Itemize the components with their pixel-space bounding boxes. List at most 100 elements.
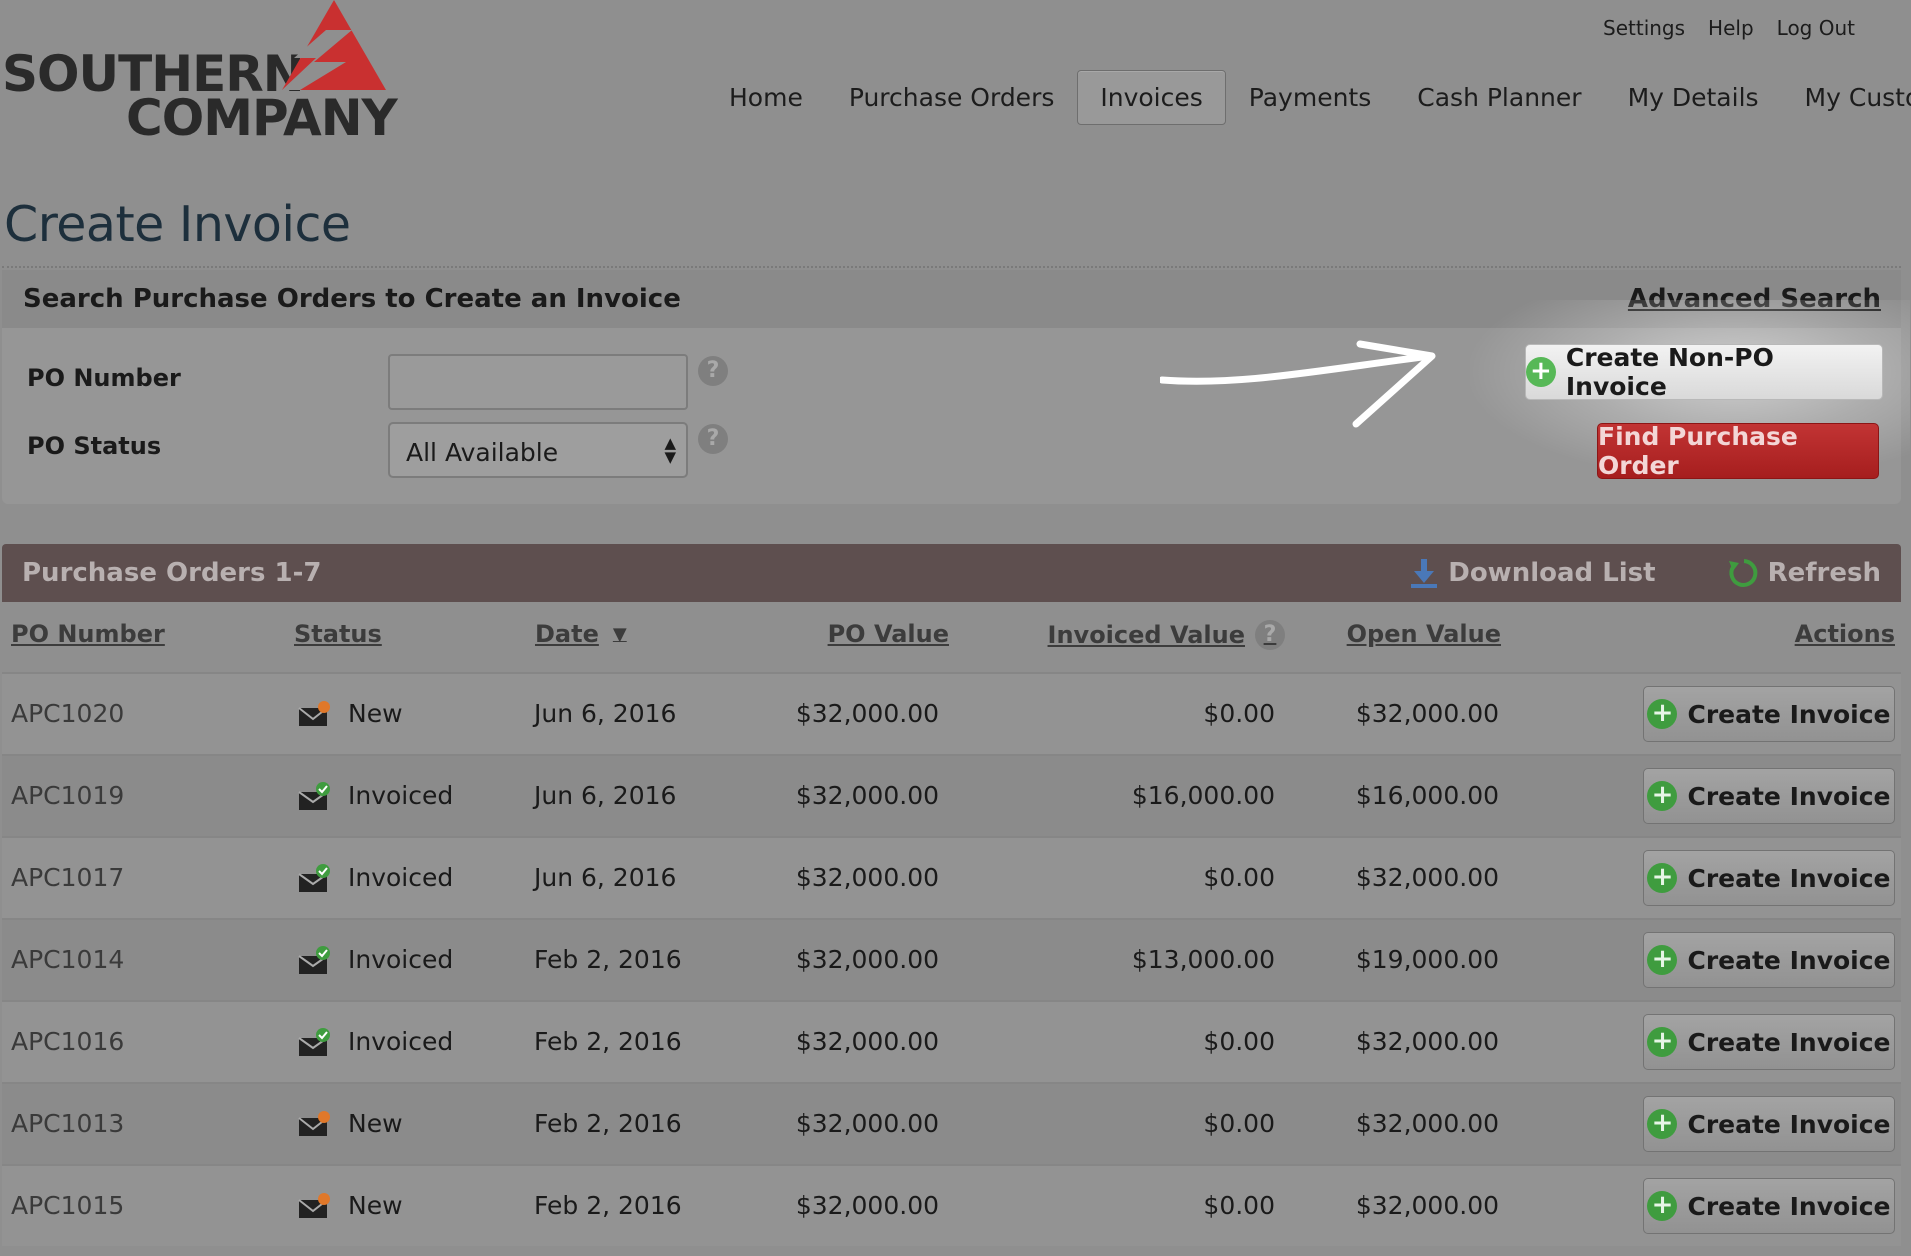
refresh-button[interactable]: Refresh (1728, 557, 1881, 589)
southern-company-logo[interactable]: SOUTHERN COMPANY (2, 0, 398, 143)
settings-link[interactable]: Settings (1603, 16, 1685, 40)
date-cell: Jun 6, 2016 (534, 781, 677, 810)
create-invoice-button[interactable]: + Create Invoice (1643, 1178, 1895, 1234)
date-cell: Jun 6, 2016 (534, 863, 677, 892)
plus-icon: + (1647, 1027, 1678, 1057)
date-cell: Feb 2, 2016 (534, 1027, 682, 1056)
col-status[interactable]: Status (294, 620, 382, 648)
refresh-label: Refresh (1767, 558, 1881, 588)
open-value-cell: $19,000.00 (1355, 945, 1499, 974)
nav-payments[interactable]: Payments (1226, 70, 1394, 125)
po-value-cell: $32,000.00 (795, 863, 939, 892)
status-text: Invoiced (348, 863, 454, 892)
po-status-help-icon[interactable]: ? (698, 424, 728, 454)
open-value-cell: $32,000.00 (1355, 1191, 1499, 1220)
download-list-label: Download List (1448, 558, 1656, 588)
nav-invoices[interactable]: Invoices (1077, 70, 1226, 125)
find-purchase-order-button[interactable]: Find Purchase Order (1597, 422, 1879, 480)
po-number-link[interactable]: APC1020 (11, 674, 124, 754)
col-invoiced-value[interactable]: Invoiced Value ? (1048, 620, 1285, 650)
create-invoice-label: Create Invoice (1687, 1027, 1891, 1057)
purchase-orders-bar: Purchase Orders 1-7 Download List Refres… (2, 544, 1901, 602)
create-non-po-invoice-label: Create Non-PO Invoice (1565, 343, 1774, 401)
main-nav: Home Purchase Orders Invoices Payments C… (706, 70, 1911, 125)
po-value-cell: $32,000.00 (795, 1109, 939, 1138)
create-invoice-button[interactable]: + Create Invoice (1643, 1014, 1895, 1070)
help-link[interactable]: Help (1708, 16, 1754, 40)
annotation-arrow-icon (1160, 340, 1436, 428)
po-number-link[interactable]: APC1015 (11, 1166, 124, 1246)
nav-purchase-orders[interactable]: Purchase Orders (826, 70, 1078, 125)
page-title: Create Invoice (4, 196, 351, 253)
col-date-label: Date (535, 620, 599, 648)
status-cell: New (298, 1166, 403, 1246)
po-number-input[interactable] (388, 354, 688, 410)
po-number-link[interactable]: APC1016 (11, 1002, 124, 1082)
new-envelope-icon (298, 1193, 330, 1218)
date-cell: Feb 2, 2016 (534, 1191, 682, 1220)
nav-my-customer[interactable]: My Customer (1782, 70, 1911, 125)
status-text: New (348, 1109, 403, 1138)
create-invoice-button[interactable]: + Create Invoice (1643, 1096, 1895, 1152)
po-status-select[interactable]: All Available ▲ ▼ (388, 422, 688, 478)
create-invoice-button[interactable]: + Create Invoice (1643, 932, 1895, 988)
logout-link[interactable]: Log Out (1777, 16, 1855, 40)
open-value-cell: $32,000.00 (1355, 1027, 1499, 1056)
invoiced-value-cell: $0.00 (1203, 699, 1275, 728)
create-invoice-label: Create Invoice (1687, 781, 1891, 811)
logo-text-company: COMPANY (126, 89, 398, 147)
table-row: APC1013 New Feb 2, 2016 $32,000.00 $0.00 $32,… (2, 1082, 1901, 1164)
create-invoice-button[interactable]: + Create Invoice (1643, 768, 1895, 824)
po-value-cell: $32,000.00 (795, 699, 939, 728)
col-open-value[interactable]: Open Value (1347, 620, 1501, 648)
status-cell: Invoiced (298, 756, 453, 836)
po-number-help-icon[interactable]: ? (698, 356, 728, 386)
po-number-link[interactable]: APC1013 (11, 1084, 124, 1164)
plus-icon: + (1647, 781, 1678, 811)
col-date[interactable]: Date ▼ (535, 620, 627, 648)
date-cell: Jun 6, 2016 (534, 699, 677, 728)
invoiced-value-help-icon[interactable]: ? (1255, 620, 1285, 650)
nav-my-details[interactable]: My Details (1605, 70, 1782, 125)
search-panel-header: Search Purchase Orders to Create an Invo… (2, 270, 1901, 328)
purchase-orders-table: APC1020 New Jun 6, 2016 $32,000.00 $0.00 $32,… (2, 672, 1901, 1246)
download-list-button[interactable]: Download List (1408, 557, 1656, 589)
col-invoiced-value-label: Invoiced Value (1047, 621, 1245, 649)
status-cell: Invoiced (298, 1002, 453, 1082)
plus-icon: + (1526, 357, 1556, 387)
create-invoice-label: Create Invoice (1687, 945, 1891, 975)
status-cell: Invoiced (298, 838, 453, 918)
status-text: New (348, 699, 403, 728)
create-invoice-button[interactable]: + Create Invoice (1643, 850, 1895, 906)
plus-icon: + (1647, 1191, 1678, 1221)
search-panel-title: Search Purchase Orders to Create an Invo… (23, 284, 681, 314)
advanced-search-link[interactable]: Advanced Search (1628, 284, 1881, 314)
select-arrows-icon: ▲ ▼ (664, 434, 676, 466)
purchase-orders-count: Purchase Orders 1-7 (22, 558, 322, 588)
status-text: Invoiced (348, 945, 454, 974)
table-row: APC1019 Invoiced Jun 6, 2016 $32,000.00 $16,… (2, 754, 1901, 836)
po-number-link[interactable]: APC1017 (11, 838, 124, 918)
po-number-link[interactable]: APC1019 (11, 756, 124, 836)
col-po-value[interactable]: PO Value (828, 620, 949, 648)
create-invoice-button[interactable]: + Create Invoice (1643, 686, 1895, 742)
po-value-cell: $32,000.00 (795, 1191, 939, 1220)
utility-links: Settings Help Log Out (1603, 16, 1855, 40)
create-invoice-label: Create Invoice (1687, 863, 1891, 893)
invoiced-value-cell: $0.00 (1203, 1191, 1275, 1220)
po-value-cell: $32,000.00 (795, 945, 939, 974)
table-row: APC1020 New Jun 6, 2016 $32,000.00 $0.00 $32,… (2, 672, 1901, 754)
plus-icon: + (1647, 863, 1678, 893)
plus-icon: + (1647, 1109, 1678, 1139)
po-number-link[interactable]: APC1014 (11, 920, 124, 1000)
col-po-number[interactable]: PO Number (11, 620, 165, 648)
open-value-cell: $32,000.00 (1355, 699, 1499, 728)
title-divider (2, 266, 1901, 268)
date-cell: Feb 2, 2016 (534, 945, 682, 974)
create-non-po-invoice-button[interactable]: + Create Non-PO Invoice (1525, 343, 1883, 401)
nav-home[interactable]: Home (706, 70, 826, 125)
invoiced-envelope-icon (298, 1028, 330, 1056)
nav-cash-planner[interactable]: Cash Planner (1394, 70, 1604, 125)
create-invoice-label: Create Invoice (1687, 699, 1891, 729)
invoiced-envelope-icon (298, 782, 330, 810)
